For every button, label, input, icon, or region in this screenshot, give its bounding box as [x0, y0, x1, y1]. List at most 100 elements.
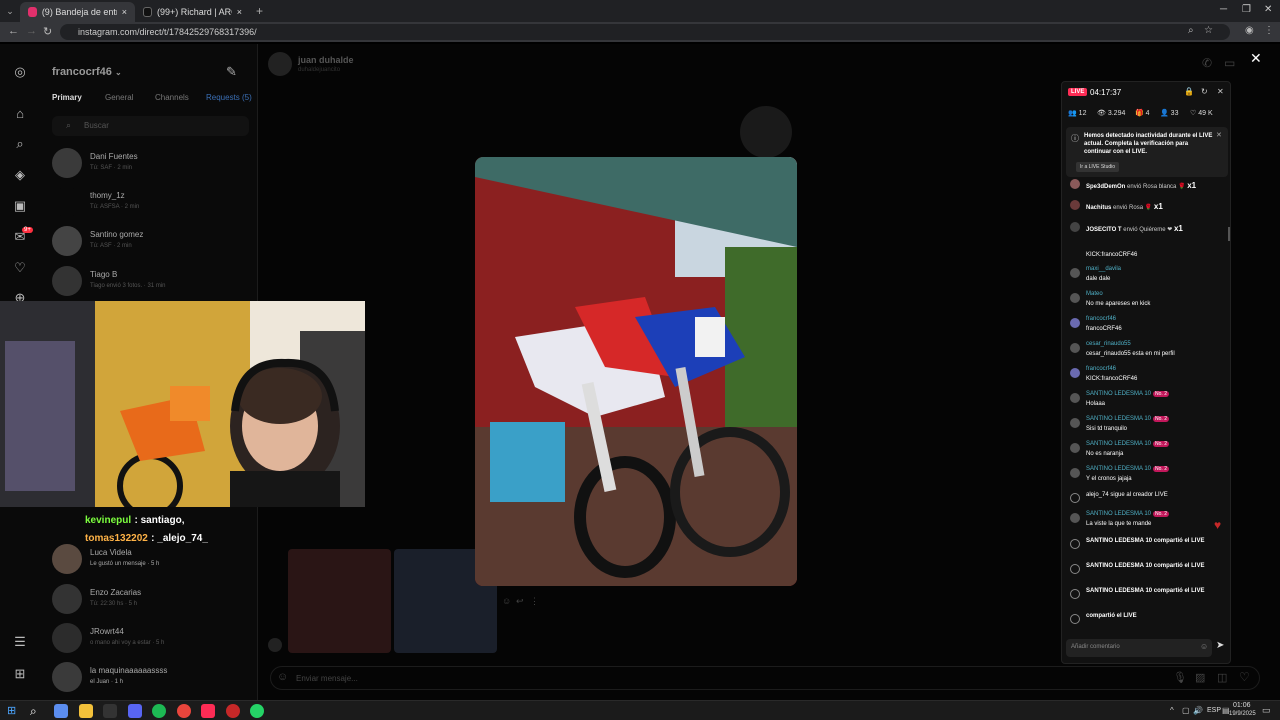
call-icon[interactable]: ✆ — [1202, 56, 1212, 70]
share-text: SANTINO LEDESMA 10 compartió el LIVE — [1086, 563, 1205, 569]
send-icon[interactable]: ➤ — [1216, 640, 1224, 651]
refresh-icon[interactable]: ↻ — [1201, 87, 1208, 96]
menu-kebab-icon[interactable]: ⋮ — [1264, 25, 1274, 36]
conversation-item[interactable]: Luca Videla Le gustó un mensaje · 5 h — [52, 544, 252, 576]
message-user[interactable]: francocrf46 — [1086, 366, 1116, 372]
tab-close-icon[interactable]: × — [122, 7, 127, 17]
zoom-icon[interactable]: ⌕ — [1188, 25, 1194, 36]
panel-close-icon[interactable]: ✕ — [1217, 87, 1224, 96]
explore-icon[interactable]: ◈ — [12, 167, 28, 183]
chrome-icon[interactable] — [177, 704, 191, 718]
back-icon[interactable]: ← — [8, 25, 19, 37]
image-upload-icon[interactable]: ▨ — [1195, 671, 1205, 684]
message-user[interactable]: francocrf46 — [1086, 316, 1116, 322]
reply-icon[interactable]: ↩ — [516, 596, 524, 607]
thumbnail-image[interactable] — [288, 549, 391, 653]
message-user[interactable]: SANTINO LEDESMA 10 — [1086, 511, 1151, 517]
gift-action: envió Rosa — [1113, 205, 1144, 211]
clock-time[interactable]: 01:06 — [1233, 702, 1251, 709]
threads-icon[interactable]: ⊞ — [12, 666, 28, 682]
instagram-logo-icon[interactable]: ◎ — [12, 64, 28, 80]
window-close-icon[interactable]: ✕ — [1264, 4, 1272, 15]
maximize-icon[interactable]: ❐ — [1242, 4, 1251, 15]
bookmark-star-icon[interactable]: ☆ — [1204, 25, 1213, 36]
lock-icon[interactable]: 🔒 — [1184, 87, 1194, 96]
conversation-item[interactable]: Santino gomez Tú: ASF · 2 min — [52, 226, 252, 258]
notifications-heart-icon[interactable]: ♡ — [12, 260, 28, 276]
react-emoji-icon[interactable]: ☺ — [502, 596, 511, 606]
conversation-item[interactable]: thomy_1z Tú: ASFSA · 2 min — [52, 187, 252, 219]
emoji-icon[interactable]: ☺ — [277, 671, 288, 683]
forward-icon[interactable]: → — [26, 25, 37, 37]
message-user[interactable]: maxi__davila — [1086, 266, 1121, 272]
microphone-icon[interactable]: 🎙 — [1173, 671, 1187, 684]
gift-user: Nachitus — [1086, 205, 1112, 211]
notification-icon[interactable]: ▭ — [1262, 705, 1271, 716]
emoji-icon[interactable]: ☺ — [1200, 642, 1208, 651]
account-switcher[interactable]: francocrf46 ⌄ — [52, 66, 122, 78]
conversation-item[interactable]: JRowrt44 o mano ahi voy a estar · 5 h — [52, 623, 252, 655]
minimize-icon[interactable]: ─ — [1220, 4, 1227, 15]
copilot-icon[interactable] — [54, 704, 68, 718]
clock-date[interactable]: 19/9/2025 — [1229, 711, 1256, 717]
conversation-item[interactable]: Enzo Zacarias Tú: 22:30 hs · 5 h — [52, 584, 252, 616]
new-tab-icon[interactable]: + — [256, 4, 263, 18]
message-composer[interactable]: ☺ Enviar mensaje... 🎙 ▨ ◫ ♡ — [270, 666, 1260, 690]
conversation-item[interactable]: Tiago B Tiago envió 3 fotos. · 31 min — [52, 266, 252, 298]
file-explorer-icon[interactable] — [79, 704, 93, 718]
like-heart-icon[interactable]: ♡ — [1239, 670, 1250, 684]
expanded-photo[interactable] — [475, 157, 797, 586]
sticker-icon[interactable]: ◫ — [1217, 671, 1227, 684]
tab-instagram[interactable]: (9) Bandeja de entrada • Chats × — [20, 2, 135, 22]
new-message-icon[interactable]: ✎ — [226, 64, 237, 80]
chat-header-name[interactable]: juan duhalde — [298, 55, 354, 65]
more-menu-icon[interactable]: ☰ — [12, 634, 28, 650]
notice-close-icon[interactable]: ✕ — [1216, 131, 1222, 139]
tab-general[interactable]: General — [105, 93, 133, 102]
conversation-item[interactable]: la maquinaaaaaassss el Juan · 1 h — [52, 662, 252, 694]
lightbox-close-icon[interactable]: ✕ — [1250, 50, 1262, 67]
conversation-item[interactable]: Dani Fuentes Tú: SAF · 2 min — [52, 148, 252, 180]
share-text: SANTINO LEDESMA 10 compartió el LIVE — [1086, 588, 1205, 594]
search-input[interactable]: ⌕ Buscar — [52, 116, 249, 136]
message-user[interactable]: SANTINO LEDESMA 10 — [1086, 416, 1151, 422]
tab-kick[interactable]: (99+) Richard | ARG🇦🇷 (@rgl... × — [135, 2, 250, 22]
taskbar-search-icon[interactable]: ⌕ — [30, 704, 37, 719]
spotify-icon[interactable] — [152, 704, 166, 718]
profile-icon[interactable]: ◉ — [1245, 25, 1254, 36]
reload-icon[interactable]: ↻ — [43, 25, 52, 38]
comment-input[interactable]: Añadir comentario ☺ — [1066, 639, 1212, 657]
app-icon[interactable] — [226, 704, 240, 718]
chat-message: francocrf46 francoCRF46 — [1068, 316, 1228, 340]
chat-header-avatar[interactable] — [268, 52, 292, 76]
tab-channels[interactable]: Channels — [155, 93, 189, 102]
scrollbar[interactable] — [1228, 227, 1230, 241]
url-field[interactable]: instagram.com/direct/t/17842529768317396… — [60, 24, 1230, 40]
tray-apps-icon[interactable]: ▢ — [1182, 706, 1190, 715]
more-options-icon[interactable]: ⋮ — [530, 596, 539, 607]
reels-icon[interactable]: ▣ — [12, 198, 28, 214]
home-icon[interactable]: ⌂ — [12, 106, 28, 122]
gift-user: JOSECITO T — [1086, 227, 1122, 233]
whatsapp-icon[interactable] — [250, 704, 264, 718]
live-studio-button[interactable]: Ir a LIVE Studio — [1076, 162, 1120, 172]
discord-icon[interactable] — [128, 704, 142, 718]
message-user[interactable]: SANTINO LEDESMA 10 — [1086, 441, 1151, 447]
windows-start-icon[interactable]: ⊞ — [7, 704, 16, 717]
obs-icon[interactable] — [103, 704, 117, 718]
search-icon[interactable]: ⌕ — [12, 136, 28, 152]
message-user[interactable]: Mateo — [1086, 291, 1103, 297]
message-user[interactable]: cesar_rinaudo55 — [1086, 341, 1131, 347]
tray-chevron-icon[interactable]: ^ — [1170, 706, 1174, 715]
message-user[interactable]: SANTINO LEDESMA 10 — [1086, 391, 1151, 397]
live-badge: LIVE — [1068, 88, 1088, 96]
tab-close-icon[interactable]: × — [237, 7, 242, 17]
message-user[interactable]: SANTINO LEDESMA 10 — [1086, 466, 1151, 472]
language-indicator[interactable]: ESP — [1207, 707, 1221, 714]
volume-icon[interactable]: 🔊 — [1193, 706, 1203, 715]
tiktok-live-studio-icon[interactable] — [201, 704, 215, 718]
tab-search-icon[interactable]: ⌄ — [0, 6, 20, 17]
tab-primary[interactable]: Primary — [52, 93, 82, 102]
tab-requests[interactable]: Requests (5) — [206, 93, 252, 102]
video-call-icon[interactable]: ▭ — [1224, 56, 1235, 70]
